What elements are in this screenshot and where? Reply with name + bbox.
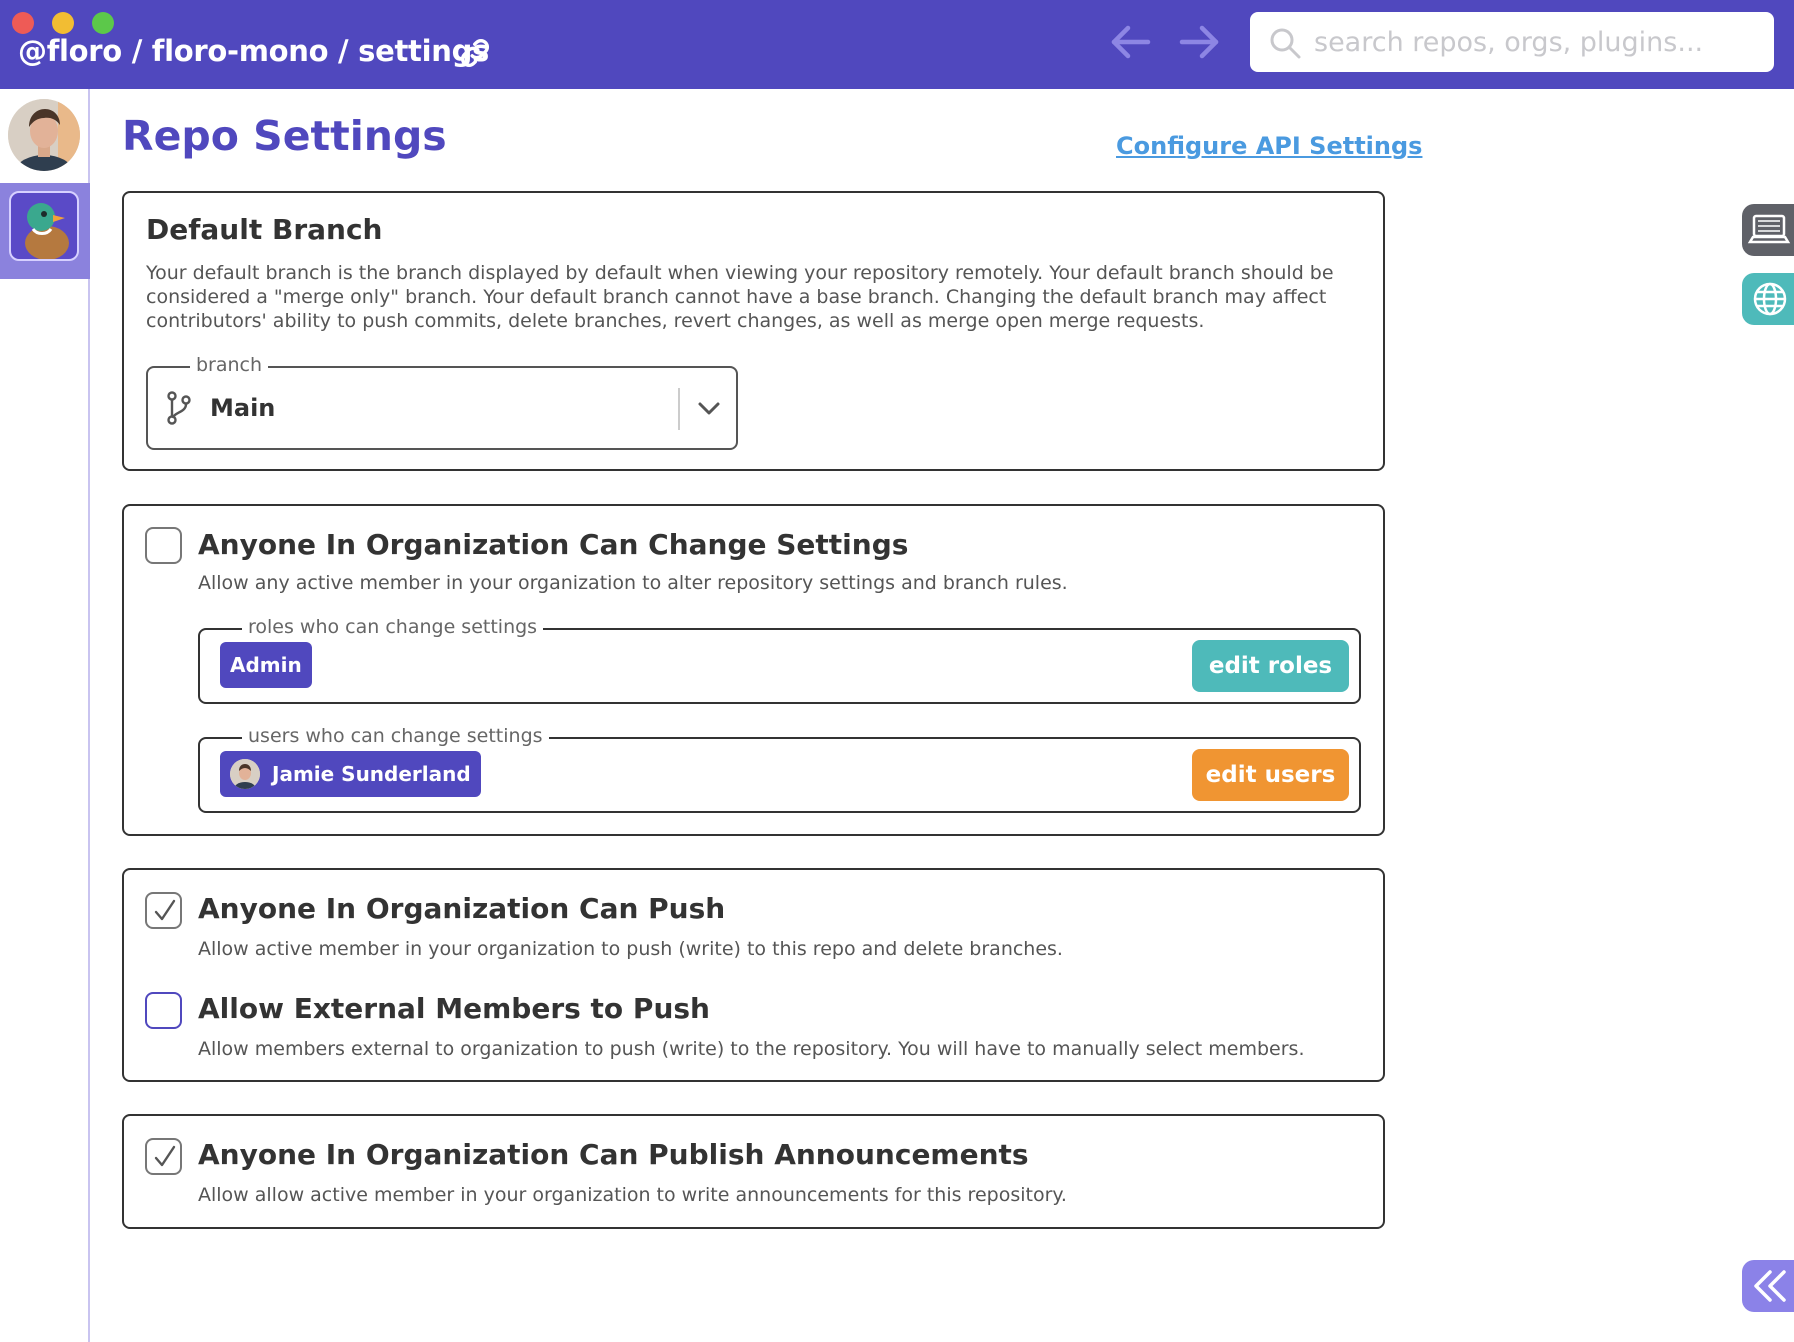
user-chip[interactable]: Jamie Sunderland: [220, 751, 481, 797]
double-chevron-left-icon: [1754, 1270, 1786, 1302]
branch-select[interactable]: branch Main: [146, 354, 738, 450]
can-push-checkbox[interactable]: [145, 892, 182, 929]
can-push-title: Anyone In Organization Can Push: [198, 892, 726, 925]
announcements-description: Allow allow active member in your organi…: [198, 1184, 1067, 1206]
user-chip-name: Jamie Sunderland: [272, 762, 471, 786]
repo-nav-item[interactable]: [0, 183, 90, 279]
search-bar[interactable]: [1250, 12, 1774, 72]
checkmark-icon: [154, 899, 176, 921]
chevron-down-icon[interactable]: [694, 394, 724, 424]
window-close-button[interactable]: [12, 12, 34, 34]
default-branch-card: Default Branch Your default branch is th…: [122, 191, 1385, 471]
announcements-checkbox[interactable]: [145, 1138, 182, 1175]
page-title: Repo Settings: [122, 112, 447, 160]
laptop-icon: [1747, 214, 1791, 244]
checkmark-icon: [154, 1145, 176, 1167]
select-divider: [678, 388, 680, 430]
search-input[interactable]: [1314, 22, 1754, 62]
change-settings-title: Anyone In Organization Can Change Settin…: [198, 528, 909, 561]
push-card: Anyone In Organization Can Push Allow ac…: [122, 868, 1385, 1082]
link-icon[interactable]: [458, 36, 492, 70]
collapse-panel-button[interactable]: [1742, 1260, 1794, 1312]
default-branch-description: Your default branch is the branch displa…: [146, 262, 1334, 332]
announcements-title: Anyone In Organization Can Publish Annou…: [198, 1138, 1029, 1171]
user-photo: [8, 99, 80, 171]
roles-field: roles who can change settings Admin edit…: [198, 616, 1361, 704]
change-settings-card: Anyone In Organization Can Change Settin…: [122, 504, 1385, 836]
window-minimize-button[interactable]: [52, 12, 74, 34]
title-bar: @floro / floro-mono / settings: [0, 0, 1794, 89]
edit-roles-button[interactable]: edit roles: [1192, 640, 1349, 692]
can-push-description: Allow active member in your organization…: [198, 938, 1063, 960]
roles-field-label: roles who can change settings: [242, 616, 544, 638]
arrow-right-icon[interactable]: [1176, 22, 1222, 62]
remote-tab-button[interactable]: [1742, 273, 1794, 325]
user-avatar[interactable]: [8, 99, 80, 171]
announcements-card: Anyone In Organization Can Publish Annou…: [122, 1114, 1385, 1229]
search-icon: [1270, 28, 1301, 59]
user-chip-avatar: [230, 759, 260, 789]
default-branch-title: Default Branch: [146, 213, 383, 246]
left-sidebar: [0, 89, 90, 1342]
git-branch-icon: [167, 391, 191, 425]
edit-users-button[interactable]: edit users: [1192, 749, 1349, 801]
change-settings-description: Allow any active member in your organiza…: [198, 572, 1068, 594]
branch-select-label: branch: [190, 354, 269, 376]
arrow-left-icon[interactable]: [1108, 22, 1154, 62]
breadcrumb: @floro / floro-mono / settings: [18, 34, 489, 68]
role-chip-admin[interactable]: Admin: [220, 642, 312, 688]
users-field: users who can change settings Jamie Sund…: [198, 725, 1361, 813]
external-push-title: Allow External Members to Push: [198, 992, 710, 1025]
repo-duck-icon: [9, 191, 79, 261]
configure-api-settings-link[interactable]: Configure API Settings: [1116, 132, 1422, 160]
external-push-checkbox[interactable]: [145, 992, 182, 1029]
local-tab-button[interactable]: [1742, 204, 1794, 256]
change-settings-checkbox[interactable]: [145, 527, 182, 564]
globe-icon: [1753, 282, 1787, 316]
external-push-description: Allow members external to organization t…: [198, 1038, 1305, 1060]
window-maximize-button[interactable]: [92, 12, 114, 34]
users-field-label: users who can change settings: [242, 725, 549, 747]
branch-select-value: Main: [210, 394, 276, 422]
